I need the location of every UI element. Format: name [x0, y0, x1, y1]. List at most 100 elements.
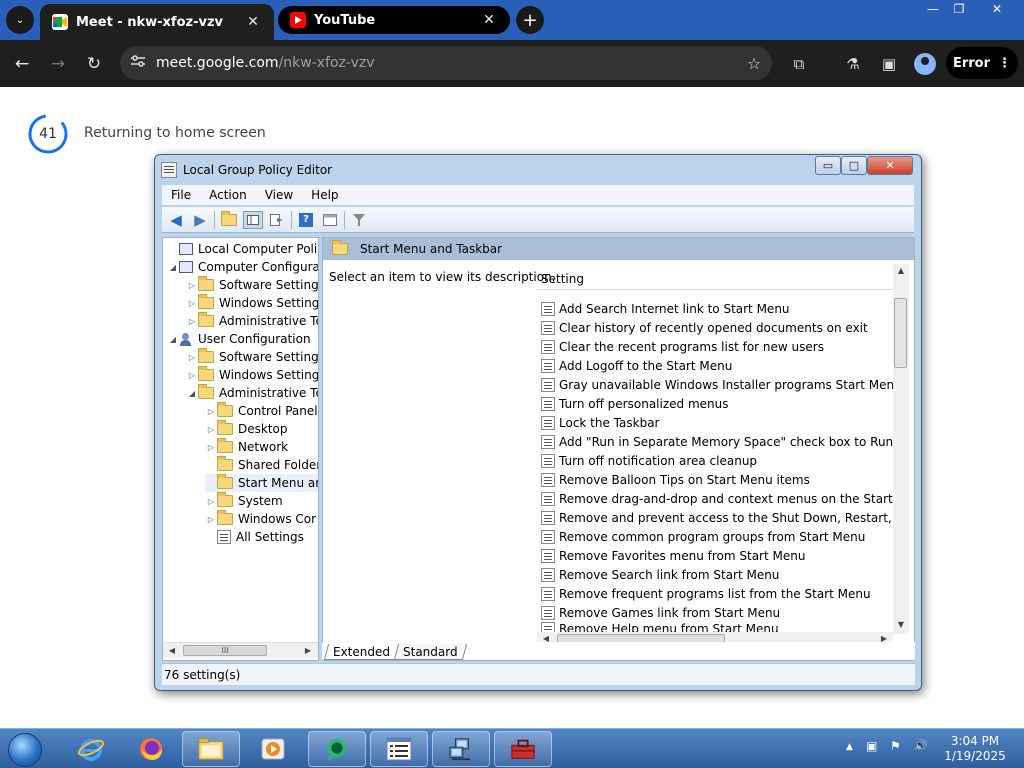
- tree-item-windows-settings[interactable]: ▷ Windows Setting: [186, 294, 318, 312]
- collapse-icon[interactable]: ◢: [186, 389, 198, 398]
- list-item[interactable]: Remove Balloon Tips on Start Menu items: [537, 470, 893, 489]
- tree-item-all-settings[interactable]: All Settings: [205, 528, 304, 546]
- network-icon[interactable]: ▣: [866, 739, 877, 753]
- column-header-setting[interactable]: Setting: [537, 268, 893, 290]
- tree-item-user-configuration[interactable]: ◢ User Configuration: [167, 330, 311, 348]
- expand-icon[interactable]: ▷: [186, 281, 198, 290]
- list-item[interactable]: Lock the Taskbar: [537, 413, 893, 432]
- tree-item-software-settings[interactable]: ▷ Software Settings: [186, 348, 318, 366]
- list-item[interactable]: Turn off notification area cleanup: [537, 451, 893, 470]
- gpo-minimize-button[interactable]: ▭: [815, 156, 841, 175]
- tree-item-windows-settings[interactable]: ▷ Windows Setting: [186, 366, 318, 384]
- taskbar-remote-app[interactable]: [308, 731, 366, 767]
- taskbar-network-computers[interactable]: [432, 731, 490, 767]
- settings-vertical-scrollbar[interactable]: ▲ ▼: [893, 264, 909, 634]
- action-center-flag-icon[interactable]: ⚑: [890, 739, 901, 753]
- profile-avatar-icon[interactable]: [914, 53, 936, 75]
- gpo-maximize-button[interactable]: □: [841, 156, 867, 175]
- scroll-up-icon[interactable]: ▲: [894, 266, 908, 275]
- scroll-down-icon[interactable]: ▼: [894, 620, 908, 629]
- labs-icon[interactable]: ⚗: [842, 53, 864, 75]
- tab-close-icon[interactable]: ✕: [244, 14, 262, 30]
- list-item[interactable]: Remove Games link from Start Menu: [537, 603, 893, 622]
- gpo-close-button[interactable]: ✕: [867, 156, 913, 175]
- expand-icon[interactable]: ▷: [205, 407, 217, 416]
- tree-item-local-computer-policy[interactable]: Local Computer Policy: [167, 240, 318, 258]
- expand-icon[interactable]: ▷: [205, 425, 217, 434]
- extensions-icon[interactable]: ⧉: [788, 53, 810, 75]
- expand-icon[interactable]: ▷: [186, 353, 198, 362]
- tree-horizontal-scrollbar[interactable]: ◀ III ▶: [163, 642, 318, 658]
- expand-icon[interactable]: ▷: [186, 299, 198, 308]
- error-menu-button[interactable]: Error ⋮: [946, 47, 1018, 79]
- side-panel-icon[interactable]: ▣: [878, 53, 900, 75]
- tree-item-administrative-templates[interactable]: ▷ Administrative Te: [186, 312, 318, 330]
- tree-item-windows-components[interactable]: ▷ Windows Cor: [205, 510, 316, 528]
- show-hidden-icons[interactable]: ▲: [846, 742, 853, 752]
- tree-item-shared-folders[interactable]: Shared Folder: [205, 456, 318, 474]
- tree-item-start-menu-taskbar[interactable]: Start Menu ar: [205, 474, 318, 492]
- taskbar-firefox[interactable]: [122, 731, 180, 767]
- scrollbar-thumb[interactable]: III: [183, 645, 267, 656]
- reload-button[interactable]: ↻: [80, 50, 108, 78]
- site-info-icon[interactable]: [120, 55, 156, 71]
- back-arrow-icon[interactable]: ◀: [166, 211, 186, 229]
- taskbar-internet-explorer[interactable]: [62, 731, 120, 767]
- back-button[interactable]: ←: [8, 50, 36, 78]
- tree-item-software-settings[interactable]: ▷ Software Settings: [186, 276, 318, 294]
- window-restore-button[interactable]: ❐: [942, 0, 976, 18]
- expand-icon[interactable]: ▷: [205, 497, 217, 506]
- list-item[interactable]: Remove frequent programs list from the S…: [537, 584, 893, 603]
- collapse-icon[interactable]: ◢: [167, 263, 179, 272]
- up-folder-icon[interactable]: [219, 210, 239, 229]
- tab-youtube[interactable]: YouTube ✕: [278, 6, 510, 34]
- list-item[interactable]: Remove and prevent access to the Shut Do…: [537, 508, 893, 527]
- tab-standard[interactable]: Standard: [393, 644, 467, 660]
- list-item[interactable]: Turn off personalized menus: [537, 394, 893, 413]
- scroll-left-icon[interactable]: ◀: [165, 646, 179, 655]
- new-tab-button[interactable]: +: [516, 6, 544, 34]
- list-item[interactable]: Remove Favorites menu from Start Menu: [537, 546, 893, 565]
- tree-item-network[interactable]: ▷ Network: [205, 438, 288, 456]
- start-button[interactable]: [4, 731, 46, 768]
- taskbar-toolbox[interactable]: [494, 731, 552, 767]
- menu-action[interactable]: Action: [200, 188, 256, 202]
- scrollbar-thumb[interactable]: [894, 298, 907, 368]
- volume-icon[interactable]: 🔊: [914, 739, 928, 752]
- show-hide-tree-icon[interactable]: [243, 210, 263, 229]
- expand-icon[interactable]: ▷: [205, 515, 217, 524]
- tab-extended[interactable]: Extended: [323, 644, 400, 660]
- tree-item-system[interactable]: ▷ System: [205, 492, 283, 510]
- tree-item-control-panel[interactable]: ▷ Control Panel: [205, 402, 318, 420]
- tab-search-button[interactable]: ⌄: [6, 6, 34, 34]
- expand-icon[interactable]: ▷: [186, 317, 198, 326]
- list-item[interactable]: Remove common program groups from Start …: [537, 527, 893, 546]
- scroll-right-icon[interactable]: ▶: [301, 646, 315, 655]
- system-clock[interactable]: 3:04 PM 1/19/2025: [942, 734, 1008, 764]
- bookmark-star-icon[interactable]: ☆: [736, 54, 772, 73]
- tab-meet[interactable]: Meet - nkw-xfoz-vzv ✕: [40, 4, 274, 40]
- list-item[interactable]: Remove Search link from Start Menu: [537, 565, 893, 584]
- tree-item-administrative-templates[interactable]: ◢ Administrative Te: [186, 384, 318, 402]
- forward-button[interactable]: →: [44, 50, 72, 78]
- menu-file[interactable]: File: [162, 188, 200, 202]
- help-icon[interactable]: ?: [296, 211, 316, 229]
- tree-item-computer-configuration[interactable]: ◢ Computer Configura: [167, 258, 318, 276]
- taskbar-media-player[interactable]: [244, 731, 302, 767]
- address-bar[interactable]: meet.google.com/nkw-xfoz-vzv ☆: [120, 46, 772, 80]
- list-item[interactable]: Clear history of recently opened documen…: [537, 318, 893, 337]
- expand-icon[interactable]: ▷: [186, 371, 198, 380]
- taskbar-notepad[interactable]: [370, 731, 428, 767]
- collapse-icon[interactable]: ◢: [167, 335, 179, 344]
- list-item[interactable]: Add Search Internet link to Start Menu: [537, 299, 893, 318]
- export-list-icon[interactable]: [267, 211, 287, 229]
- menu-view[interactable]: View: [256, 188, 302, 202]
- properties-icon[interactable]: [320, 211, 340, 229]
- expand-icon[interactable]: ▷: [205, 443, 217, 452]
- forward-arrow-icon[interactable]: ▶: [190, 211, 210, 229]
- taskbar-file-explorer[interactable]: [182, 731, 240, 767]
- list-item[interactable]: Add Logoff to the Start Menu: [537, 356, 893, 375]
- tree-item-desktop[interactable]: ▷ Desktop: [205, 420, 288, 438]
- menu-help[interactable]: Help: [302, 188, 347, 202]
- list-item[interactable]: Add "Run in Separate Memory Space" check…: [537, 432, 893, 451]
